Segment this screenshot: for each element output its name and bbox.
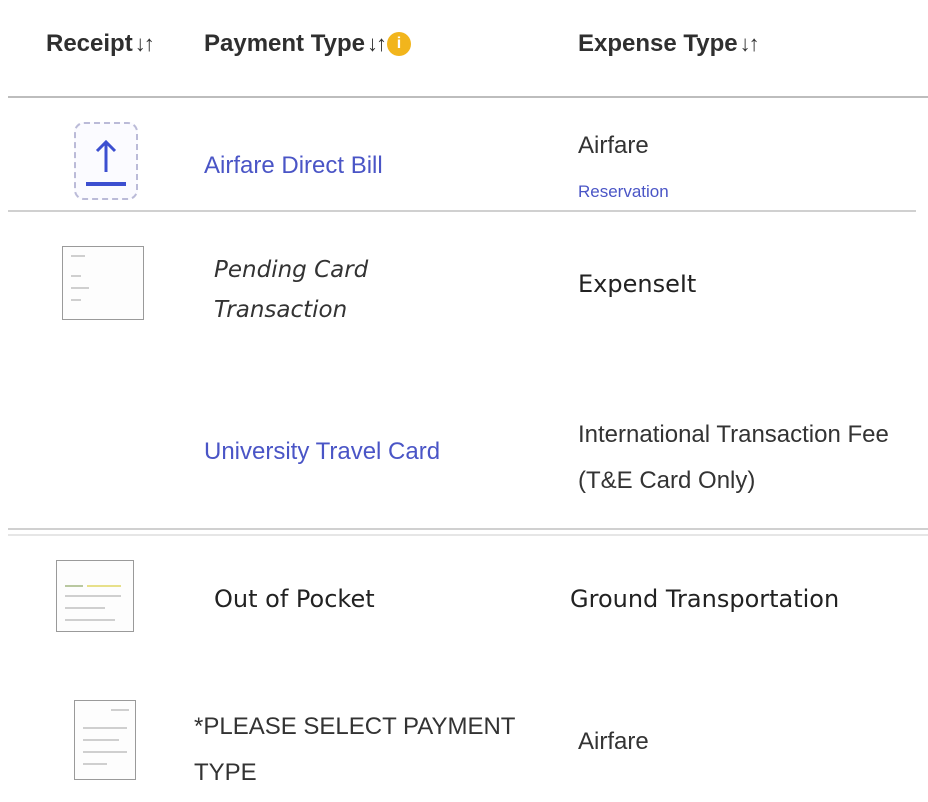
receipt-thumbnail[interactable] — [56, 560, 134, 632]
column-header-payment-type-label: Payment Type — [204, 30, 365, 57]
expense-type: Airfare — [578, 132, 649, 159]
info-icon[interactable]: i — [386, 32, 411, 56]
receipt-thumbnail[interactable] — [74, 700, 136, 780]
payment-type-link[interactable]: Airfare Direct Bill — [204, 152, 383, 180]
upload-receipt-button[interactable] — [74, 122, 138, 200]
row-divider — [8, 528, 928, 530]
row-divider — [8, 210, 916, 212]
payment-type: Pending Card Transaction — [214, 250, 368, 330]
header-divider — [8, 96, 928, 98]
upload-icon — [86, 139, 126, 186]
column-header-receipt[interactable]: Receipt ↓↑ — [46, 22, 155, 66]
payment-type: Out of Pocket — [214, 585, 375, 613]
receipt-thumbnail[interactable] — [62, 246, 144, 320]
payment-type: *PLEASE SELECT PAYMENT TYPE — [194, 704, 515, 796]
row-divider — [8, 534, 928, 536]
expense-type: Airfare — [578, 728, 649, 755]
column-header-payment-type[interactable]: Payment Type ↓↑ i — [204, 22, 411, 66]
expense-type: ExpenseIt — [578, 270, 697, 298]
payment-type-line: Transaction — [214, 297, 348, 323]
expense-type-line: International Transaction Fee — [578, 421, 889, 448]
payment-type-line: *PLEASE SELECT PAYMENT — [194, 713, 516, 740]
sort-arrows-icon[interactable]: ↓↑ — [740, 22, 760, 66]
sort-arrows-icon[interactable]: ↓↑ — [135, 22, 155, 66]
sort-arrows-icon[interactable]: ↓↑ — [367, 22, 387, 66]
payment-type-line: TYPE — [194, 759, 257, 786]
reservation-link[interactable]: Reservation — [578, 182, 669, 202]
expense-type: Ground Transportation — [570, 585, 840, 613]
expense-type: International Transaction Fee (T&E Card … — [578, 412, 889, 504]
expense-type-line: (T&E Card Only) — [578, 467, 756, 494]
column-header-receipt-label: Receipt — [46, 30, 133, 57]
column-header-expense-type[interactable]: Expense Type ↓↑ — [578, 22, 760, 66]
column-header-expense-type-label: Expense Type — [578, 30, 738, 57]
payment-type-line: Pending Card — [214, 257, 369, 283]
payment-type-link[interactable]: University Travel Card — [204, 438, 440, 466]
